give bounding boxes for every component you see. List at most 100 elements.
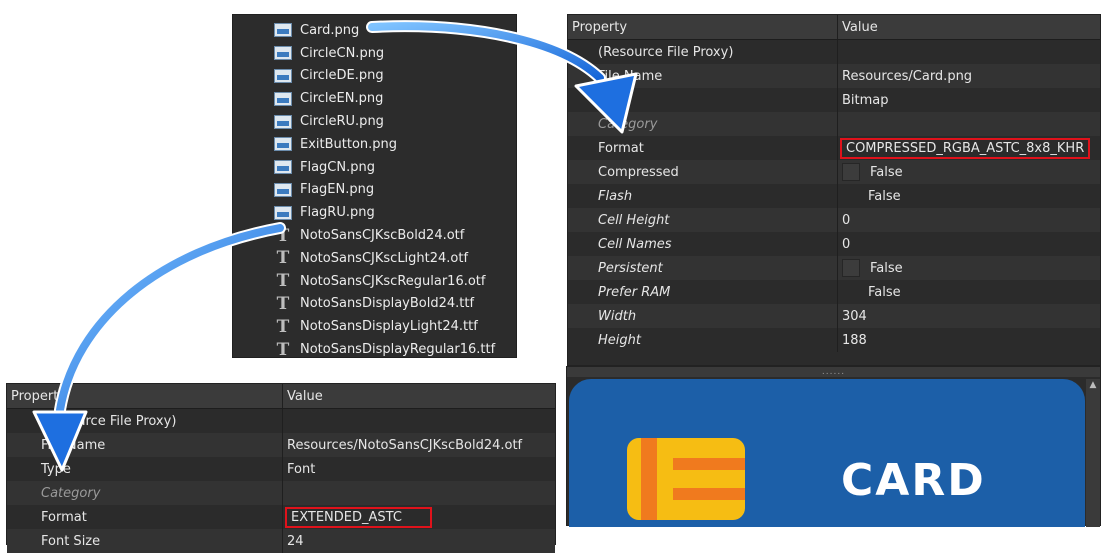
file-name: CircleRU.png — [300, 114, 384, 130]
property-column-header[interactable]: Property — [7, 384, 283, 408]
property-name: (Resource File Proxy) — [568, 40, 838, 64]
preview-scrollbar[interactable]: ▲ — [1086, 379, 1100, 527]
image-file-icon — [274, 114, 292, 129]
file-item-notosansdisplaylight24-ttf[interactable]: T NotoSansDisplayLight24.ttf — [233, 315, 516, 338]
property-name: Flash — [568, 184, 838, 208]
property-name: Cell Names — [568, 232, 838, 256]
file-item-notosanscjkscregular16-otf[interactable]: T NotoSansCJKscRegular16.otf — [233, 270, 516, 293]
font-property-grid: Property Value (Resource File Proxy) Fil… — [6, 383, 556, 553]
value-column-header[interactable]: Value — [838, 15, 878, 39]
property-grid-header: Property Value — [568, 15, 1100, 40]
property-row-format[interactable]: Format EXTENDED_ASTC — [7, 505, 555, 529]
property-column-header[interactable]: Property — [568, 15, 838, 39]
property-value — [283, 409, 287, 433]
property-value: Resources/NotoSansCJKscBold24.otf — [287, 437, 523, 453]
property-name: Type — [568, 88, 838, 112]
property-row-type[interactable]: Type Font — [7, 457, 555, 481]
property-row-category[interactable]: Category — [568, 112, 1100, 136]
property-value — [283, 481, 287, 505]
emblem-stripe — [673, 458, 745, 470]
file-item-circleru-png[interactable]: CircleRU.png — [233, 110, 516, 133]
property-row-cell-height[interactable]: Cell Height 0 — [568, 208, 1100, 232]
file-item-card-png[interactable]: Card.png — [233, 19, 516, 42]
file-item-notosansdisplayregular16-ttf[interactable]: T NotoSansDisplayRegular16.ttf — [233, 338, 516, 361]
property-value: False — [868, 188, 901, 204]
property-name: Prefer RAM — [568, 280, 838, 304]
property-value-cell: False — [838, 160, 903, 184]
property-name: File Name — [7, 433, 283, 457]
font-file-icon: T — [276, 339, 290, 360]
property-name: (Resource File Proxy) — [7, 409, 283, 433]
property-row-prefer-ram[interactable]: Prefer RAM False — [568, 280, 1100, 304]
file-name: NotoSansCJKscLight24.otf — [300, 250, 469, 266]
file-name: NotoSansDisplayBold24.ttf — [300, 296, 475, 312]
emblem-stripe — [641, 438, 657, 520]
file-item-circlede-png[interactable]: CircleDE.png — [233, 65, 516, 88]
image-file-icon — [274, 182, 292, 197]
property-value: 0 — [842, 212, 851, 228]
file-item-circlecn-png[interactable]: CircleCN.png — [233, 42, 516, 65]
property-row-cell-names[interactable]: Cell Names 0 — [568, 232, 1100, 256]
file-name: NotoSansDisplayRegular16.ttf — [300, 342, 496, 358]
file-name: NotoSansCJKscRegular16.otf — [300, 273, 486, 289]
file-item-exitbutton-png[interactable]: ExitButton.png — [233, 133, 516, 156]
property-row-compressed[interactable]: Compressed False — [568, 160, 1100, 184]
property-row-resource-file-proxy[interactable]: (Resource File Proxy) — [7, 409, 555, 433]
property-name: Category — [568, 112, 838, 136]
property-name: Format — [568, 136, 838, 160]
property-name: Height — [568, 328, 838, 352]
card-image-preview: CARD — [569, 379, 1085, 527]
property-name: Width — [568, 304, 838, 328]
scroll-up-arrow-icon[interactable]: ▲ — [1086, 379, 1100, 391]
file-name: FlagRU.png — [300, 205, 375, 221]
splitter-handle[interactable]: ...... — [567, 367, 1100, 377]
file-item-circleen-png[interactable]: CircleEN.png — [233, 87, 516, 110]
property-row-category[interactable]: Category — [7, 481, 555, 505]
property-row-flash[interactable]: Flash False — [568, 184, 1100, 208]
value-column-header[interactable]: Value — [283, 384, 323, 408]
persistent-checkbox[interactable] — [842, 259, 860, 277]
property-value: 24 — [287, 533, 304, 549]
card-label: CARD — [841, 455, 986, 506]
property-name: File Name — [568, 64, 838, 88]
property-row-file-name[interactable]: File Name Resources/NotoSansCJKscBold24.o… — [7, 433, 555, 457]
property-value-cell: False — [838, 256, 903, 280]
property-row-file-name[interactable]: File Name Resources/Card.png — [568, 64, 1100, 88]
property-value: Bitmap — [842, 92, 889, 108]
property-value: 188 — [842, 332, 867, 348]
file-name: FlagEN.png — [300, 182, 375, 198]
property-row-format[interactable]: Format COMPRESSED_RGBA_ASTC_8x8_KHR — [568, 136, 1100, 160]
property-name: Category — [7, 481, 283, 505]
image-file-icon — [274, 23, 292, 38]
property-value: False — [870, 260, 903, 276]
property-name: Format — [7, 505, 283, 529]
file-item-notosanscjkscbold24-otf[interactable]: T NotoSansCJKscBold24.otf — [233, 224, 516, 247]
file-item-flagru-png[interactable]: FlagRU.png — [233, 201, 516, 224]
property-name: Cell Height — [568, 208, 838, 232]
file-item-notosanscjksclight24-otf[interactable]: T NotoSansCJKscLight24.otf — [233, 247, 516, 270]
compressed-checkbox[interactable] — [842, 163, 860, 181]
image-file-icon — [274, 205, 292, 220]
property-row-persistent[interactable]: Persistent False — [568, 256, 1100, 280]
property-row-type[interactable]: Type Bitmap — [568, 88, 1100, 112]
property-row-font-size[interactable]: Font Size 24 — [7, 529, 555, 553]
property-value: False — [870, 164, 903, 180]
format-value-highlighted[interactable]: EXTENDED_ASTC — [285, 506, 432, 528]
file-name: FlagCN.png — [300, 159, 375, 175]
property-value — [838, 112, 842, 136]
file-item-flagcn-png[interactable]: FlagCN.png — [233, 156, 516, 179]
font-file-icon: T — [276, 316, 290, 337]
property-row-width[interactable]: Width 304 — [568, 304, 1100, 328]
property-value — [838, 40, 842, 64]
file-item-notosansdisplaybold24-ttf[interactable]: T NotoSansDisplayBold24.ttf — [233, 293, 516, 316]
font-file-icon: T — [276, 271, 290, 292]
property-row-resource-file-proxy[interactable]: (Resource File Proxy) — [568, 40, 1100, 64]
property-row-height[interactable]: Height 188 — [568, 328, 1100, 352]
file-name: ExitButton.png — [300, 136, 398, 152]
property-name: Type — [7, 457, 283, 481]
file-name: NotoSansCJKscBold24.otf — [300, 228, 465, 244]
file-name: NotoSansDisplayLight24.ttf — [300, 319, 478, 335]
file-item-flagen-png[interactable]: FlagEN.png — [233, 179, 516, 202]
format-value-highlighted[interactable]: COMPRESSED_RGBA_ASTC_8x8_KHR — [840, 137, 1091, 159]
font-file-icon: T — [276, 293, 290, 314]
